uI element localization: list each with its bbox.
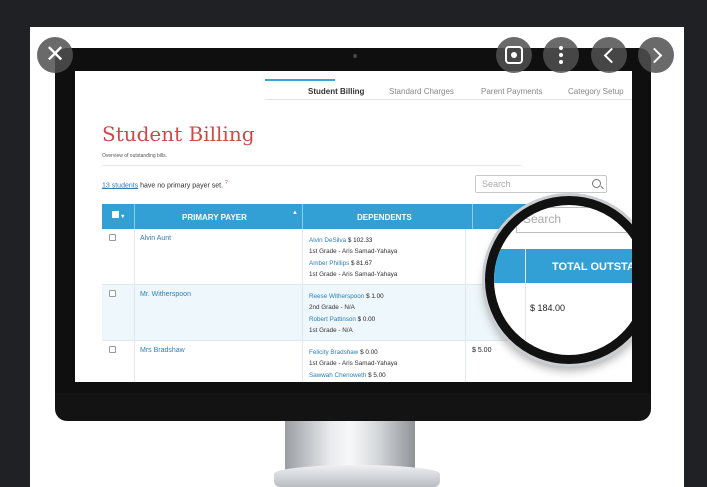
- tab-bar: Student Billing Standard Charges Parent …: [265, 71, 632, 100]
- students-link[interactable]: 13 students: [102, 182, 138, 189]
- page-title: Student Billing: [102, 122, 255, 146]
- previous-image-button[interactable]: [591, 37, 627, 73]
- page-subtitle: Overview of outstanding bills.: [102, 153, 168, 159]
- active-tab-indicator: [265, 79, 335, 81]
- select-all-checkbox[interactable]: ▾: [112, 211, 124, 220]
- search-icon[interactable]: [592, 179, 601, 188]
- chevron-left-icon: [603, 47, 619, 63]
- next-image-button[interactable]: [638, 37, 674, 73]
- divider: [102, 165, 522, 166]
- dependent-grade: 1st Grade - Aris Samad-Yahaya: [309, 248, 398, 256]
- header-primary-payer[interactable]: PRIMARY PAYER: [182, 213, 247, 222]
- search-placeholder: Search: [482, 179, 511, 189]
- tab-parent-payments[interactable]: Parent Payments: [481, 87, 542, 96]
- header-dependents[interactable]: DEPENDENTS: [357, 213, 412, 222]
- payer-name[interactable]: Mr. Witherspoon: [140, 291, 191, 298]
- total-outstanding-value: $ 5.00: [472, 347, 492, 354]
- header-total-outstanding: TOTAL OUTSTAN: [552, 261, 632, 273]
- monitor-chin: [55, 393, 651, 421]
- monitor-photo: Student Billing Standard Charges Parent …: [30, 27, 684, 487]
- tab-category-setup[interactable]: Category Setup: [568, 87, 624, 96]
- more-vert-icon: [559, 46, 563, 64]
- tab-student-billing[interactable]: Student Billing: [308, 87, 364, 96]
- dependents-list: Alvin DeSilva $ 102.33 1st Grade - Aris …: [309, 235, 397, 280]
- magnified-search-input: Search: [516, 207, 632, 233]
- chevron-right-icon: [646, 47, 662, 63]
- dependent-amount: $ 0.00: [360, 349, 378, 356]
- dependent-name[interactable]: Reese Witherspoon: [309, 293, 364, 300]
- lens-icon: [505, 46, 523, 64]
- monitor-stand-base: [274, 465, 440, 487]
- caret-down-icon: ▾: [121, 214, 125, 220]
- dependent-name[interactable]: Sawwah Chenoweth: [309, 372, 366, 379]
- more-options-button[interactable]: [543, 37, 579, 73]
- dependent-name[interactable]: Robert Pattinson: [309, 316, 356, 323]
- monitor-camera: [353, 54, 357, 58]
- magnified-search-placeholder: Search: [523, 212, 562, 226]
- row-checkbox[interactable]: [109, 346, 116, 353]
- row-checkbox[interactable]: [109, 290, 116, 297]
- payer-name[interactable]: Mrs Bradshaw: [140, 347, 185, 354]
- dependents-list: Reese Witherspoon $ 1.00 2nd Grade - N/A…: [309, 291, 384, 336]
- notice-text: have no primary payer set.: [138, 182, 224, 190]
- row-checkbox[interactable]: [109, 234, 116, 241]
- dependent-amount: $ 102.33: [347, 237, 373, 244]
- help-icon[interactable]: ?: [225, 180, 228, 186]
- dependents-list: Felicity Bradshaw $ 0.00 1st Grade - Ari…: [309, 347, 397, 381]
- tab-standard-charges[interactable]: Standard Charges: [389, 87, 454, 96]
- sort-asc-icon[interactable]: ▲: [292, 210, 298, 216]
- dependent-name[interactable]: Alvin DeSilva: [309, 237, 346, 244]
- no-payer-notice: 13 students have no primary payer set. ?: [102, 180, 228, 189]
- dependent-amount: $ 1.00: [366, 293, 384, 300]
- close-icon: ✕: [44, 41, 66, 68]
- monitor-screen: Student Billing Standard Charges Parent …: [75, 71, 632, 382]
- total-outstanding-value: $ 184.00: [530, 303, 566, 313]
- dependent-name[interactable]: Felicity Bradshaw: [309, 349, 358, 356]
- lens-button[interactable]: [496, 37, 532, 73]
- search-input[interactable]: Search: [475, 175, 607, 193]
- dependent-grade: 2nd Grade - N/A: [309, 304, 355, 312]
- dependent-grade: 1st Grade - Aris Samad-Yahaya: [309, 360, 398, 368]
- dependent-amount: $ 5.00: [368, 371, 386, 379]
- dependent-amount: $ 81.67: [351, 259, 373, 267]
- close-button[interactable]: ✕: [37, 37, 73, 73]
- dependent-name[interactable]: Amber Phillips: [309, 260, 349, 267]
- dependent-amount: $ 0.00: [357, 315, 376, 323]
- column-divider: [525, 249, 526, 355]
- dependent-grade: 1st Grade - N/A: [309, 326, 353, 334]
- payer-name[interactable]: Alvin Aunt: [140, 235, 171, 242]
- dependent-grade: 1st Grade - Aris Samad-Yahaya: [309, 270, 398, 278]
